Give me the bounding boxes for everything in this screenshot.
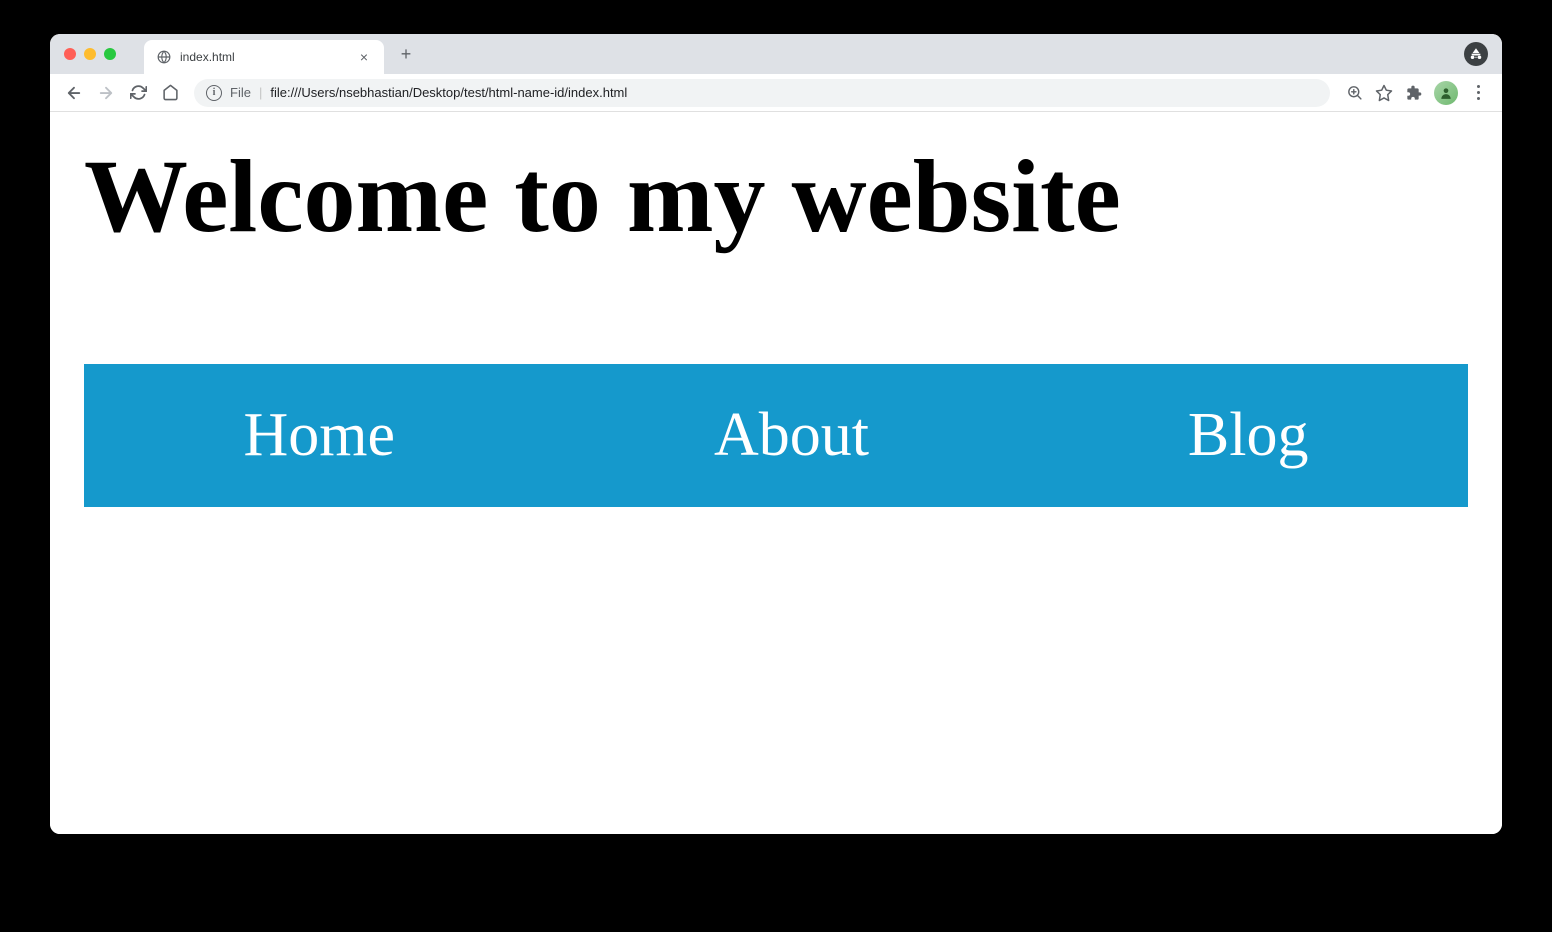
- browser-tab[interactable]: index.html ×: [144, 40, 384, 74]
- tab-bar: index.html × +: [50, 34, 1502, 74]
- page-content: Welcome to my website Home About Blog: [50, 112, 1502, 834]
- zoom-icon[interactable]: [1340, 79, 1368, 107]
- browser-toolbar: i File | file:///Users/nsebhastian/Deskt…: [50, 74, 1502, 112]
- address-divider: |: [259, 85, 262, 100]
- tab-title: index.html: [180, 50, 348, 64]
- new-tab-button[interactable]: +: [392, 40, 420, 68]
- nav-bar: Home About Blog: [84, 364, 1468, 507]
- close-tab-button[interactable]: ×: [356, 49, 372, 65]
- nav-link-blog[interactable]: Blog: [1188, 400, 1309, 471]
- reload-button[interactable]: [124, 79, 152, 107]
- maximize-window-button[interactable]: [104, 48, 116, 60]
- home-button[interactable]: [156, 79, 184, 107]
- address-scheme: File: [230, 85, 251, 100]
- incognito-icon[interactable]: [1464, 42, 1488, 66]
- menu-button[interactable]: [1464, 79, 1492, 107]
- bookmark-star-icon[interactable]: [1370, 79, 1398, 107]
- profile-avatar[interactable]: [1434, 81, 1458, 105]
- extensions-icon[interactable]: [1400, 79, 1428, 107]
- toolbar-right: [1340, 79, 1492, 107]
- address-path: file:///Users/nsebhastian/Desktop/test/h…: [270, 85, 627, 100]
- page-heading: Welcome to my website: [84, 140, 1468, 254]
- back-button[interactable]: [60, 79, 88, 107]
- info-icon[interactable]: i: [206, 85, 222, 101]
- window-controls: [64, 48, 116, 60]
- minimize-window-button[interactable]: [84, 48, 96, 60]
- browser-window: index.html × + i File | file:///Users/ns…: [50, 34, 1502, 834]
- close-window-button[interactable]: [64, 48, 76, 60]
- forward-button[interactable]: [92, 79, 120, 107]
- address-bar[interactable]: i File | file:///Users/nsebhastian/Deskt…: [194, 79, 1330, 107]
- nav-link-about[interactable]: About: [714, 400, 869, 471]
- nav-link-home[interactable]: Home: [243, 400, 395, 471]
- globe-icon: [156, 49, 172, 65]
